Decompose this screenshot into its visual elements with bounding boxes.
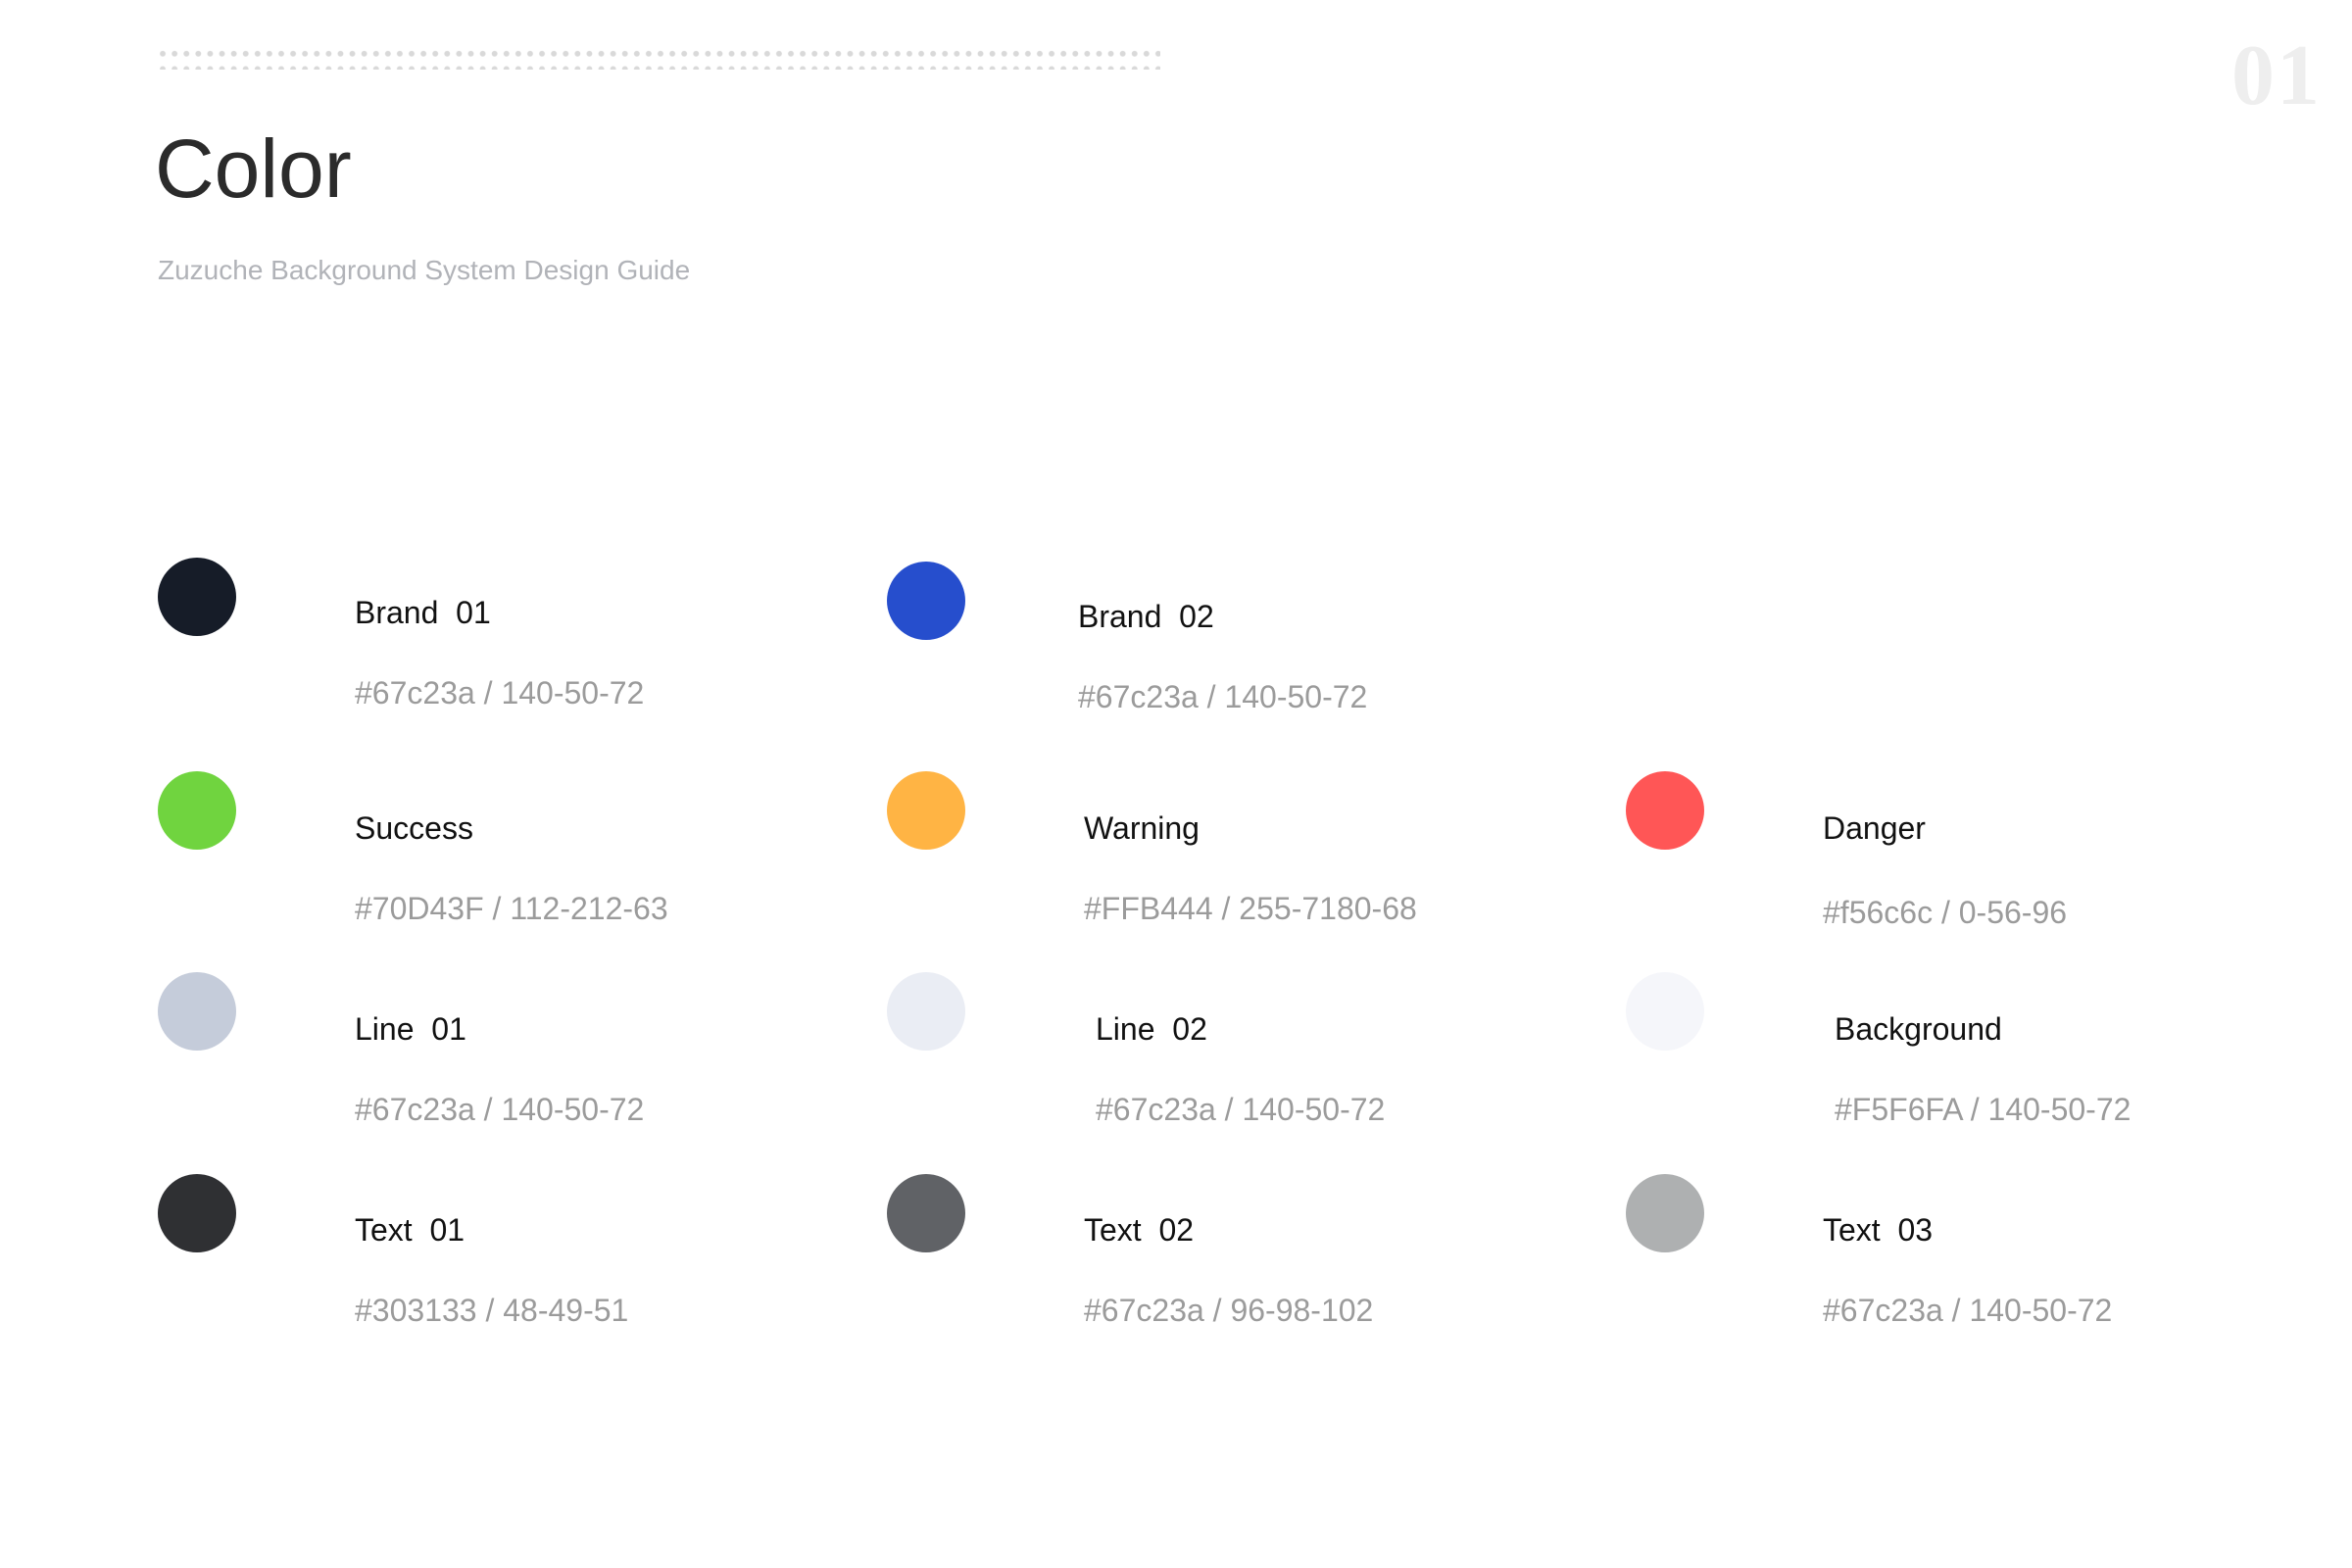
color-item-background: Background #F5F6FA / 140-50-72: [1835, 978, 2131, 1143]
color-swatch-brand-01: [158, 558, 236, 636]
color-name: Line 01: [355, 1011, 466, 1047]
color-swatch-line-02: [887, 972, 965, 1051]
color-swatch-text-02: [887, 1174, 965, 1252]
color-swatch-text-01: [158, 1174, 236, 1252]
color-code: #f56c6c / 0-56-96: [1823, 895, 2068, 930]
color-name: Text 02: [1084, 1212, 1195, 1248]
color-item-line-02: Line 02 #67c23a / 140-50-72: [1096, 978, 1385, 1143]
color-code: #67c23a / 140-50-72: [1823, 1293, 2113, 1328]
color-item-line-01: Line 01 #67c23a / 140-50-72: [355, 978, 644, 1143]
color-name: Background: [1835, 1011, 2002, 1047]
color-item-warning: Warning #FFB444 / 255-7180-68: [1084, 777, 1417, 942]
color-item-text-01: Text 01 #303133 / 48-49-51: [355, 1179, 628, 1344]
color-swatch-line-01: [158, 972, 236, 1051]
color-code: #67c23a / 140-50-72: [355, 675, 645, 710]
color-swatch-warning: [887, 771, 965, 850]
color-name: Text 01: [355, 1212, 466, 1248]
color-item-brand-02: Brand 02 #67c23a / 140-50-72: [1078, 565, 1367, 730]
color-code: #67c23a / 96-98-102: [1084, 1293, 1374, 1328]
color-item-text-03: Text 03 #67c23a / 140-50-72: [1823, 1179, 2112, 1344]
color-code: #70D43F / 112-212-63: [355, 891, 668, 926]
color-code: #67c23a / 140-50-72: [1078, 679, 1368, 714]
color-name: Line 02: [1096, 1011, 1207, 1047]
color-swatch-text-03: [1626, 1174, 1704, 1252]
color-item-brand-01: Brand 01 #67c23a / 140-50-72: [355, 562, 644, 726]
color-name: Brand 02: [1078, 599, 1214, 634]
color-name: Success: [355, 810, 473, 846]
dotted-divider: [157, 46, 1160, 70]
color-name: Danger: [1823, 810, 1926, 846]
color-code: #67c23a / 140-50-72: [355, 1092, 645, 1127]
color-name: Warning: [1084, 810, 1200, 846]
color-name: Text 03: [1823, 1212, 1934, 1248]
color-item-danger: Danger #f56c6c / 0-56-96: [1823, 777, 2067, 946]
color-code: #67c23a / 140-50-72: [1096, 1092, 1386, 1127]
color-swatch-success: [158, 771, 236, 850]
color-swatch-danger: [1626, 771, 1704, 850]
color-swatch-brand-02: [887, 562, 965, 640]
page-number: 01: [2231, 28, 2322, 123]
page-title: Color: [155, 122, 352, 215]
color-item-success: Success #70D43F / 112-212-63: [355, 777, 668, 942]
color-code: #303133 / 48-49-51: [355, 1293, 629, 1328]
color-code: #FFB444 / 255-7180-68: [1084, 891, 1417, 926]
color-name: Brand 01: [355, 595, 491, 630]
color-item-text-02: Text 02 #67c23a / 96-98-102: [1084, 1179, 1373, 1344]
page-subtitle: Zuzuche Background System Design Guide: [158, 255, 691, 285]
color-code: #F5F6FA / 140-50-72: [1835, 1092, 2132, 1127]
color-swatch-background: [1626, 972, 1704, 1051]
